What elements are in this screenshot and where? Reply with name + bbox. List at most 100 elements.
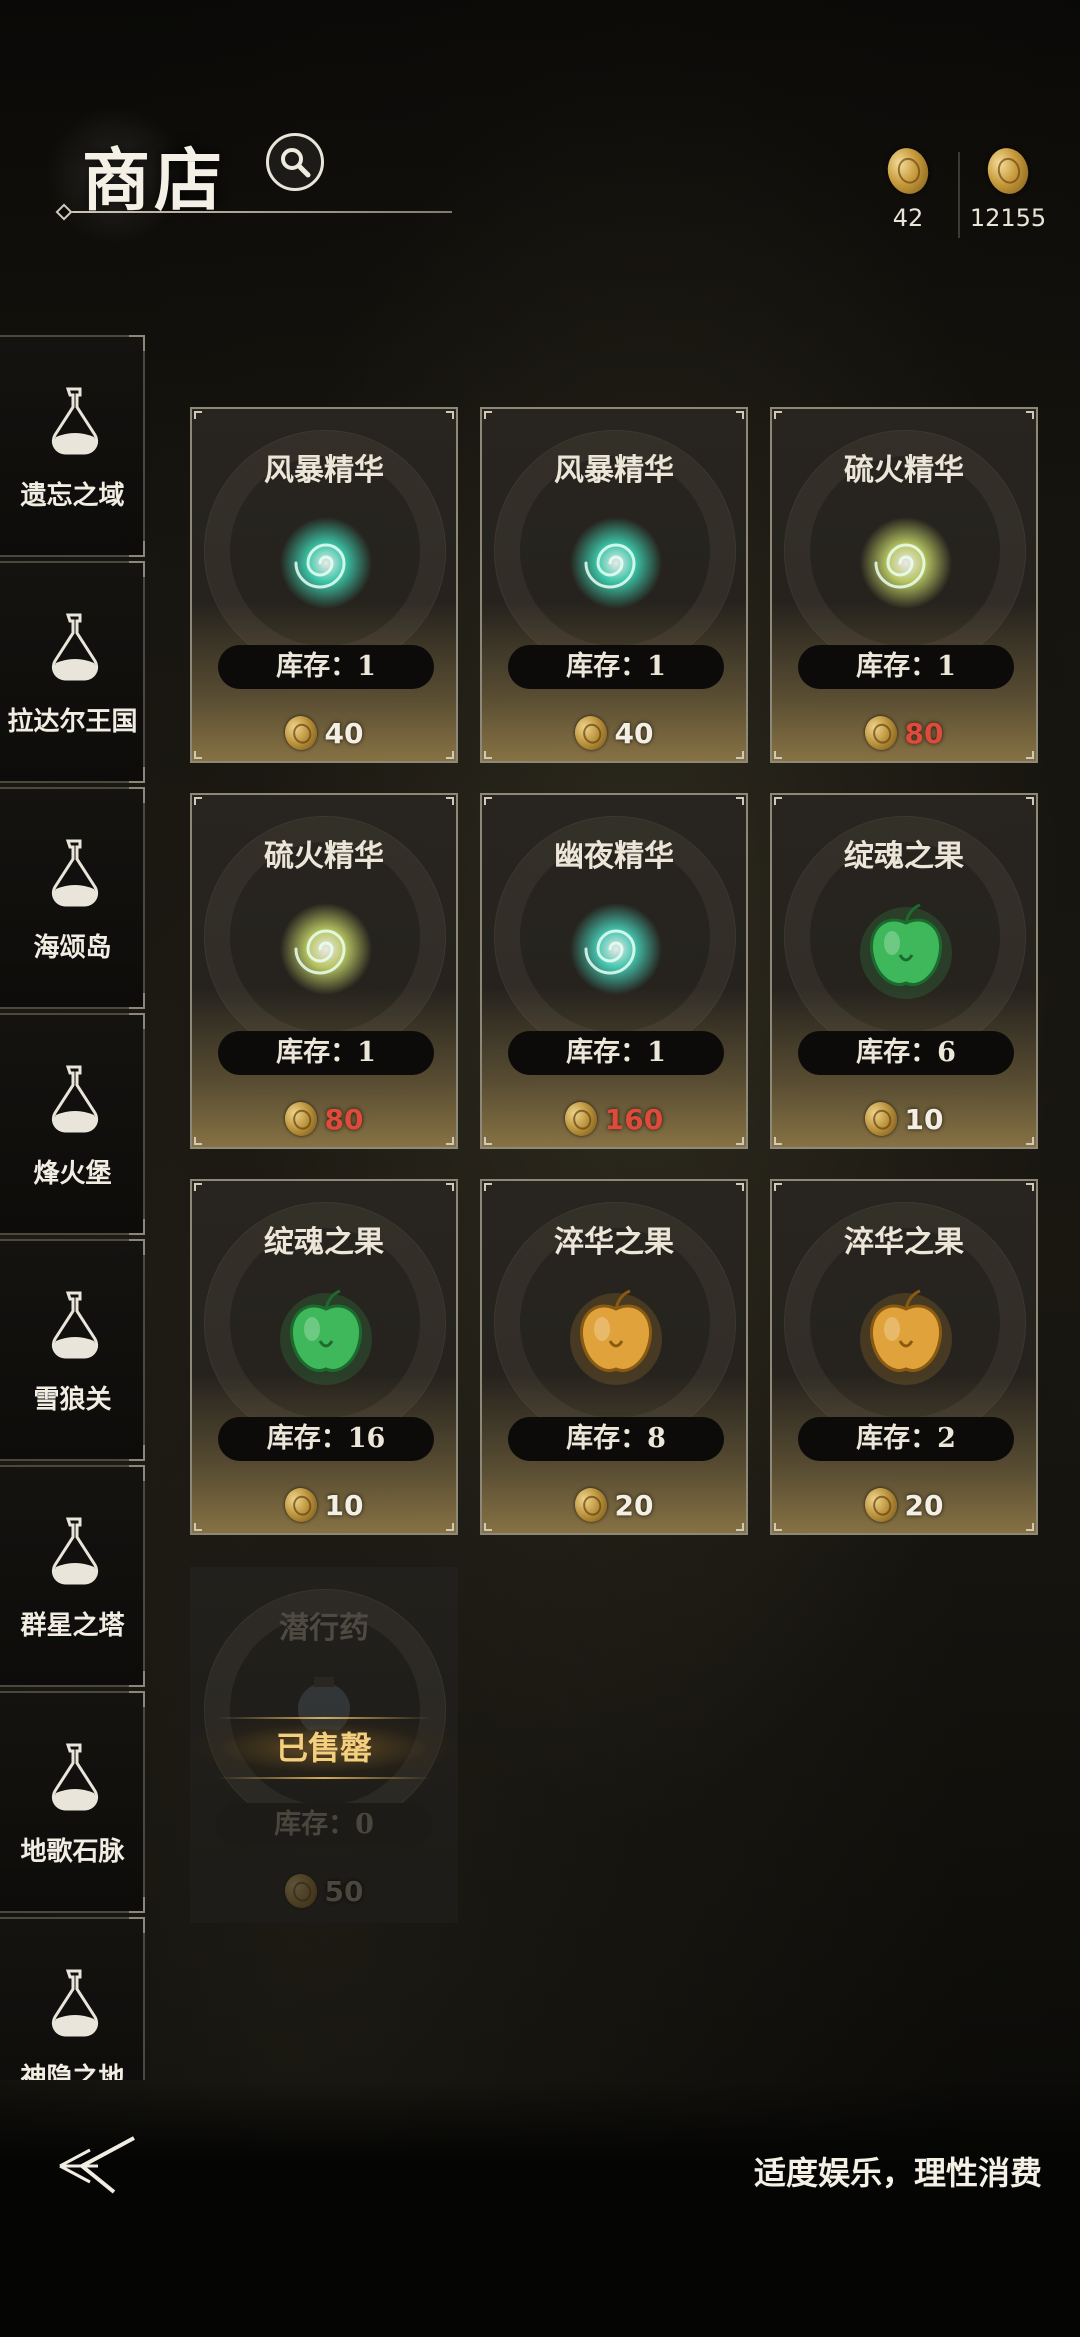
card-corner: [736, 411, 744, 419]
swirl-essence-icon: [570, 517, 662, 609]
item-price: 40: [324, 716, 364, 750]
gold-coin-icon: [570, 1484, 611, 1526]
page-title: 商店: [82, 141, 227, 221]
search-button[interactable]: [266, 133, 324, 191]
flask-icon: [51, 1743, 99, 1811]
shop-item-card[interactable]: 硫火精华 库存：1 80: [770, 407, 1038, 763]
item-name: 绽魂之果: [844, 839, 964, 874]
card-corner: [774, 797, 782, 805]
sidebar-item-label: 地歌石脉: [20, 1837, 125, 1867]
item-name: 淬华之果: [844, 1225, 964, 1260]
gold-coin-icon: [280, 712, 321, 754]
flask-icon: [51, 839, 99, 907]
stock-pill: 库存：1: [508, 1031, 724, 1075]
shop-item-card[interactable]: 淬华之果 库存：2 20: [770, 1179, 1038, 1535]
gold-coin-icon: [882, 143, 934, 199]
sidebar-item-region[interactable]: 拉达尔王国: [0, 561, 145, 783]
swirl-essence-icon: [570, 903, 662, 995]
green-apple-icon: [860, 903, 952, 999]
stock-pill: 库存：16: [218, 1417, 434, 1461]
price-row: 40: [482, 712, 746, 754]
item-price: 40: [614, 716, 654, 750]
currency-gold[interactable]: 12155: [958, 143, 1058, 232]
item-name: 幽夜精华: [554, 839, 674, 874]
sidebar-item-region[interactable]: 海颂岛: [0, 787, 145, 1009]
card-corner: [1026, 411, 1034, 419]
card-corner: [446, 797, 454, 805]
shop-item-card[interactable]: 硫火精华 库存：1 80: [190, 793, 458, 1149]
sidebar-item-region[interactable]: 遗忘之域: [0, 335, 145, 557]
stock-pill: 库存：8: [508, 1417, 724, 1461]
item-name: 风暴精华: [554, 453, 674, 488]
region-sidebar: 遗忘之域 拉达尔王国 海颂岛 烽火堡 雪狼关 群星之塔 地歌石脉 神隐之地: [0, 335, 148, 2080]
gold-coin-icon: [860, 1484, 901, 1526]
shop-item-card[interactable]: 绽魂之果库存：6 10: [770, 793, 1038, 1149]
currency-value: 42: [892, 204, 924, 232]
item-price: 50: [324, 1874, 364, 1908]
card-corner: [194, 411, 202, 419]
sidebar-item-region[interactable]: 烽火堡: [0, 1013, 145, 1235]
gold-coin-icon: [982, 143, 1034, 199]
header: 商店 42 12155: [0, 0, 1080, 260]
sidebar-item-region[interactable]: 群星之塔: [0, 1465, 145, 1687]
gold-coin-icon: [560, 1098, 601, 1140]
swirl-essence-icon: [860, 517, 952, 609]
flask-icon: [51, 613, 99, 681]
card-corner: [484, 1183, 492, 1191]
item-price: 20: [904, 1488, 944, 1522]
title-area: 商店: [40, 100, 460, 250]
swirl-essence-icon: [280, 517, 372, 609]
gold-coin-icon: [860, 1098, 901, 1140]
price-row: 160: [482, 1098, 746, 1140]
golden-apple-icon: [860, 1289, 952, 1385]
sidebar-item-label: 拉达尔王国: [7, 707, 138, 737]
item-price: 10: [324, 1488, 364, 1522]
price-row: 20: [482, 1484, 746, 1526]
stock-pill: 库存：1: [508, 645, 724, 689]
sidebar-item-label: 群星之塔: [20, 1611, 125, 1641]
moderation-slogan: 适度娱乐，理性消费: [753, 2154, 1042, 2192]
price-row: 20: [772, 1484, 1036, 1526]
currency-value: 12155: [969, 204, 1047, 232]
sidebar-item-label: 神隐之地: [20, 2063, 125, 2080]
item-price: 160: [604, 1102, 664, 1136]
item-name: 风暴精华: [264, 453, 384, 488]
sidebar-item-label: 遗忘之域: [20, 481, 125, 511]
stock-pill: 库存：1: [798, 645, 1014, 689]
price-row: 80: [772, 712, 1036, 754]
back-arrow-icon[interactable]: [52, 2130, 142, 2200]
shop-item-card[interactable]: 风暴精华 库存：1 40: [190, 407, 458, 763]
flask-icon: [51, 1065, 99, 1133]
sidebar-item-region[interactable]: 地歌石脉: [0, 1691, 145, 1913]
sidebar-item-label: 雪狼关: [33, 1385, 112, 1415]
card-corner: [484, 797, 492, 805]
card-corner: [194, 1183, 202, 1191]
flask-icon: [51, 1291, 99, 1359]
stock-pill: 库存：1: [218, 1031, 434, 1075]
card-corner: [484, 411, 492, 419]
stock-pill: 库存：0: [216, 1803, 432, 1847]
currency-premium[interactable]: 42: [858, 143, 958, 232]
gold-coin-icon: [280, 1484, 321, 1526]
sidebar-item-region[interactable]: 雪狼关: [0, 1239, 145, 1461]
card-corner: [194, 797, 202, 805]
shop-item-card[interactable]: 幽夜精华库存：1 160: [480, 793, 748, 1149]
sidebar-item-region[interactable]: 神隐之地: [0, 1917, 145, 2080]
shop-item-card[interactable]: 绽魂之果库存：16 10: [190, 1179, 458, 1535]
stock-pill: 库存：6: [798, 1031, 1014, 1075]
item-price: 10: [904, 1102, 944, 1136]
sidebar-item-label: 海颂岛: [33, 933, 112, 963]
shop-item-sold-out[interactable]: 潜行药 已售罄 库存：0 50: [190, 1567, 458, 1923]
gold-coin-icon: [280, 1098, 321, 1140]
shop-item-card[interactable]: 淬华之果 库存：8 20: [480, 1179, 748, 1535]
card-corner: [774, 411, 782, 419]
shop-item-card[interactable]: 风暴精华库存：1 40: [480, 407, 748, 763]
item-name: 绽魂之果: [264, 1225, 384, 1260]
price-row: 40: [192, 712, 456, 754]
green-apple-icon: [280, 1289, 372, 1385]
title-underline: [64, 211, 452, 213]
gold-coin-icon: [280, 1870, 321, 1912]
gold-coin-icon: [570, 712, 611, 754]
item-name: 硫火精华: [264, 839, 384, 874]
flask-icon: [51, 1517, 99, 1585]
